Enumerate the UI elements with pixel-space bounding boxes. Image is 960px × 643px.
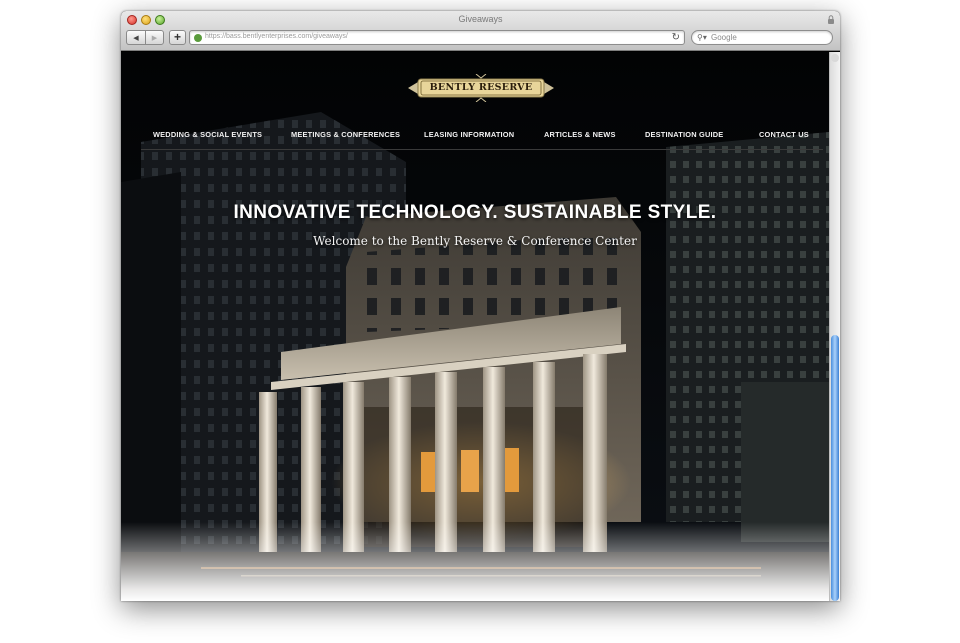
- hero-subheadline: Welcome to the Bently Reserve & Conferen…: [313, 234, 637, 248]
- nav-articles-news[interactable]: ARTICLES & NEWS: [544, 130, 616, 139]
- logo-text: BENTLY RESERVE: [429, 82, 533, 93]
- hero-headline: INNOVATIVE TECHNOLOGY. SUSTAINABLE STYLE…: [233, 202, 717, 223]
- url-text: https://bass.bentlyenterprises.com/givea…: [205, 33, 348, 40]
- browser-window: Giveaways ◀ ▶ + https://bass.bentlyenter…: [121, 11, 840, 601]
- nav-leasing-information[interactable]: LEASING INFORMATION: [424, 130, 514, 139]
- reload-icon[interactable]: ↻: [672, 32, 680, 43]
- nav-destination-guide[interactable]: DESTINATION GUIDE: [645, 130, 723, 139]
- address-bar[interactable]: https://bass.bentlyenterprises.com/givea…: [189, 30, 685, 45]
- history-buttons: ◀ ▶: [126, 30, 164, 45]
- forward-button[interactable]: ▶: [144, 31, 163, 44]
- window-title: Giveaways: [458, 14, 503, 24]
- nav-wedding-social-events[interactable]: WEDDING & SOCIAL EVENTS: [153, 130, 262, 139]
- back-button[interactable]: ◀: [127, 31, 145, 44]
- site-logo[interactable]: BENTLY RESERVE: [406, 74, 556, 102]
- search-input[interactable]: ⚲▾ Google: [691, 30, 833, 45]
- page-viewport: BENTLY RESERVE WEDDING & SOCIAL EVENTS M…: [121, 52, 829, 601]
- browser-toolbar: Giveaways ◀ ▶ + https://bass.bentlyenter…: [121, 11, 840, 51]
- lock-icon: [828, 15, 834, 24]
- vertical-scrollbar[interactable]: [829, 52, 840, 601]
- scroll-up-arrow[interactable]: [831, 54, 839, 62]
- photo-fade: [121, 522, 829, 601]
- site-icon: [194, 34, 202, 42]
- search-placeholder: Google: [711, 33, 737, 42]
- nav-meetings-conferences[interactable]: MEETINGS & CONFERENCES: [291, 130, 400, 139]
- nav-contact-us[interactable]: CONTACT US: [759, 130, 809, 139]
- main-navigation: WEDDING & SOCIAL EVENTS MEETINGS & CONFE…: [141, 122, 823, 150]
- search-icon[interactable]: ⚲▾: [697, 33, 707, 42]
- scrollbar-thumb[interactable]: [831, 335, 839, 601]
- add-bookmark-button[interactable]: +: [169, 30, 186, 45]
